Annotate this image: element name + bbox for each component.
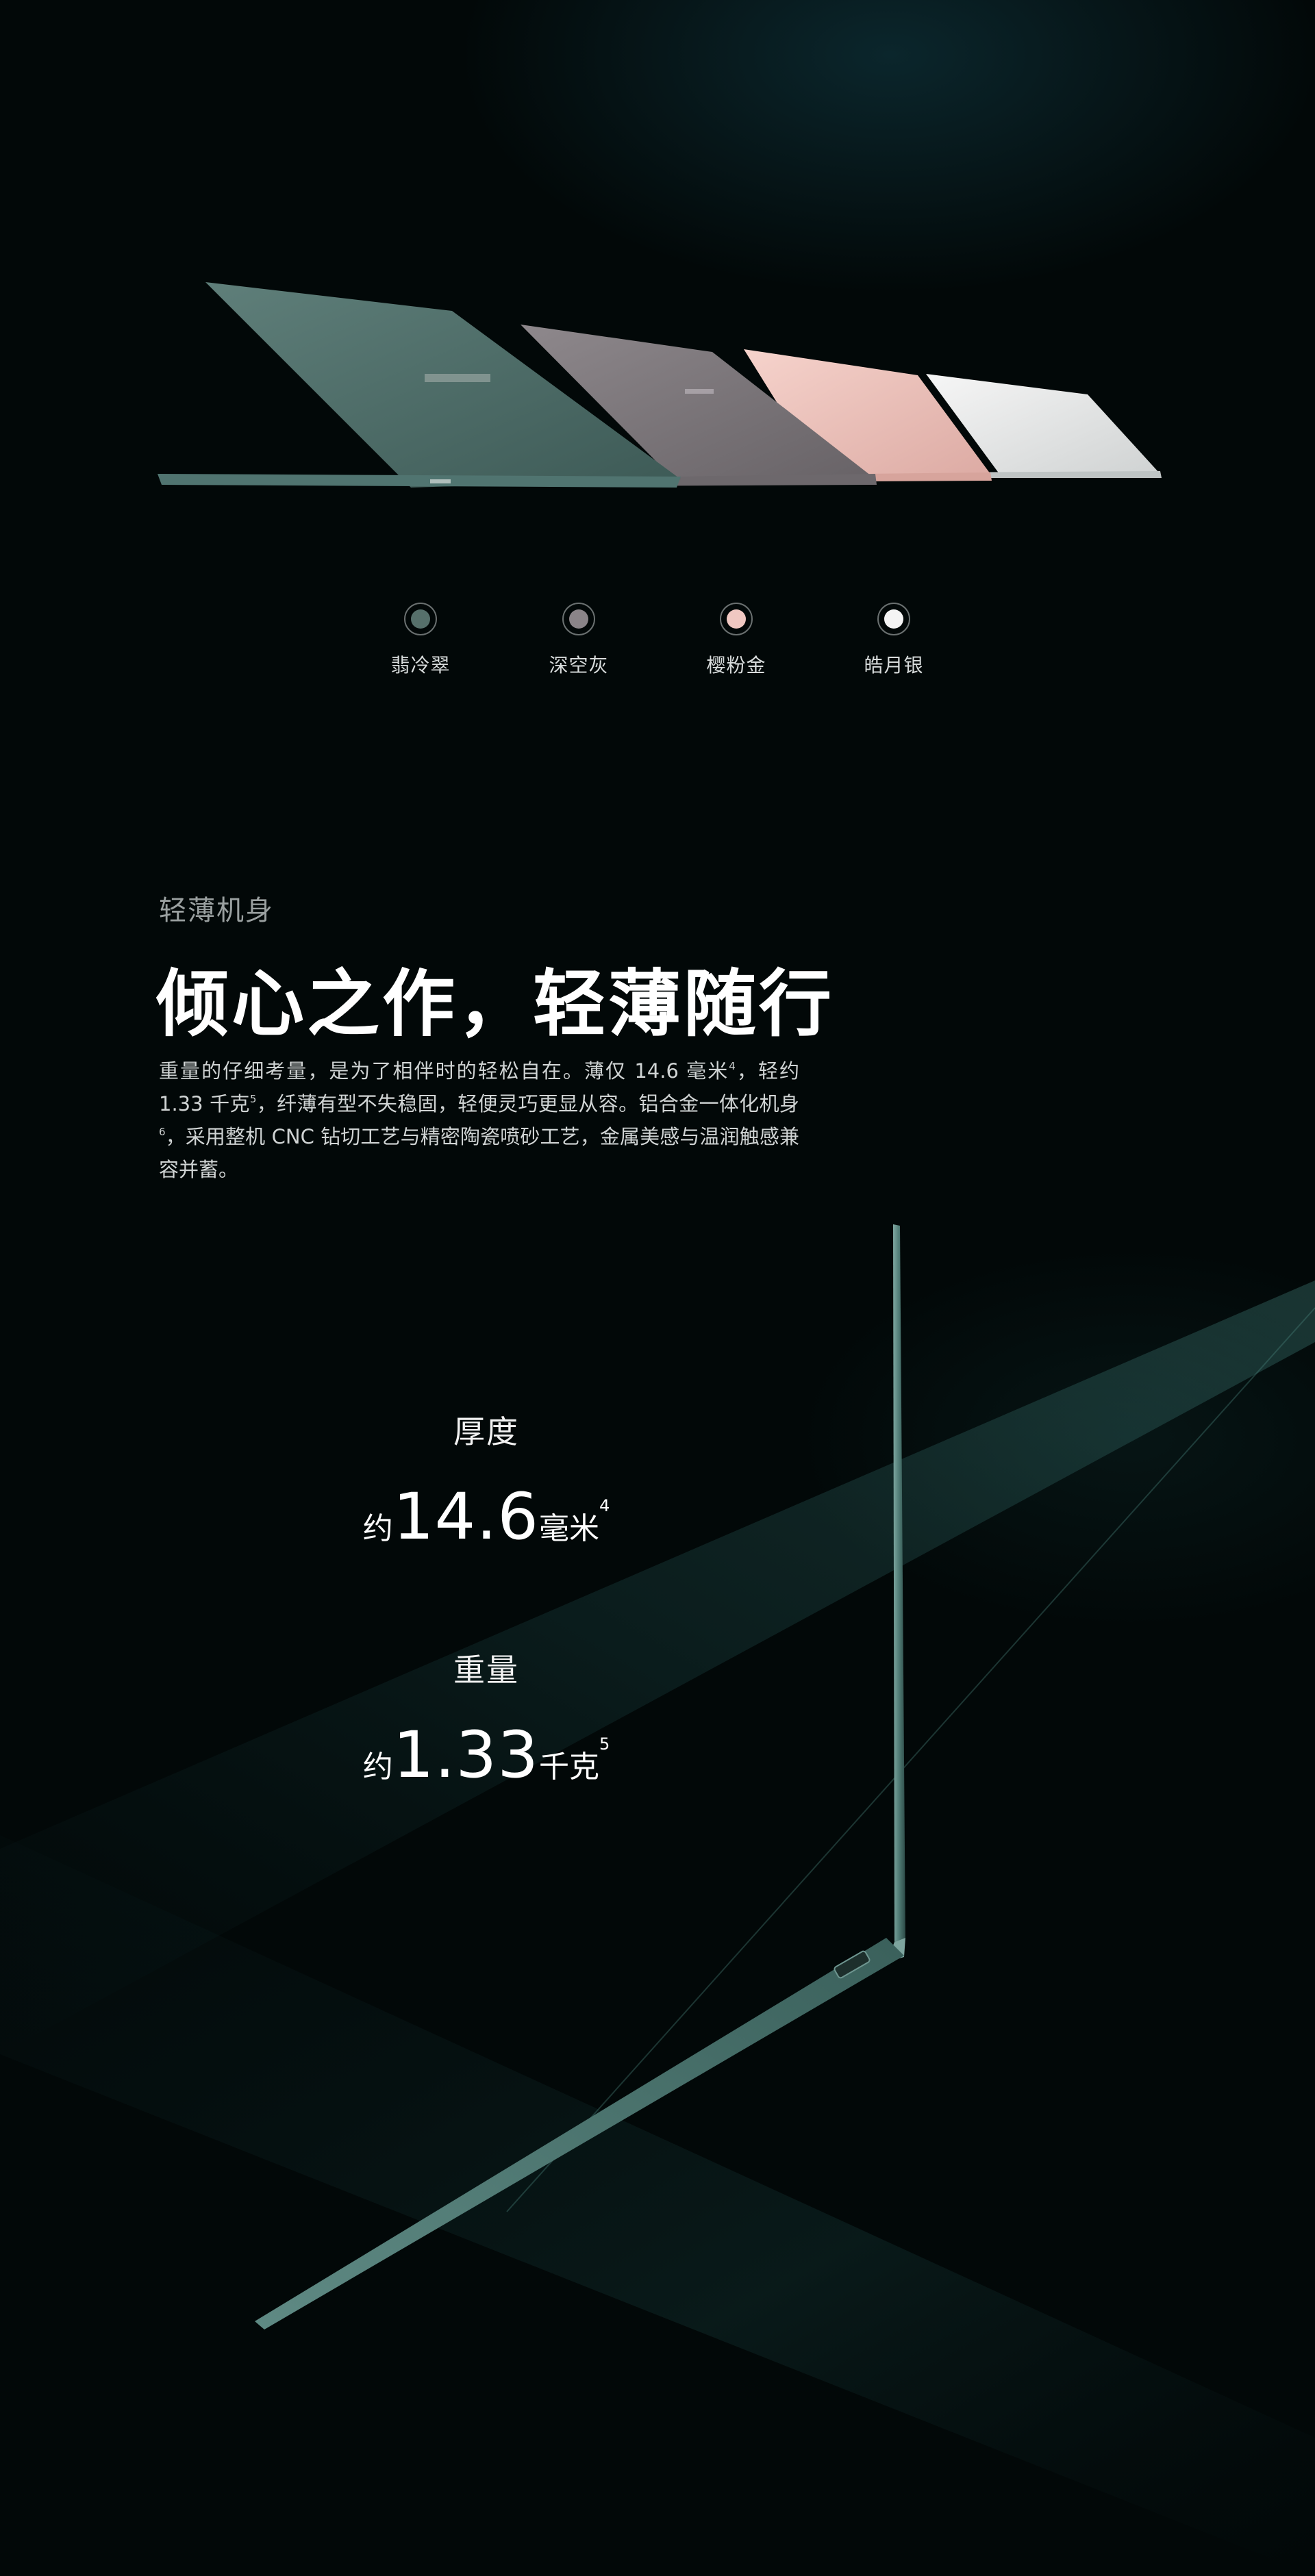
laptop-base-edge	[255, 1938, 904, 2329]
laptop-side-profile	[255, 1224, 905, 2329]
laptop-screen-edge	[893, 1224, 905, 1942]
